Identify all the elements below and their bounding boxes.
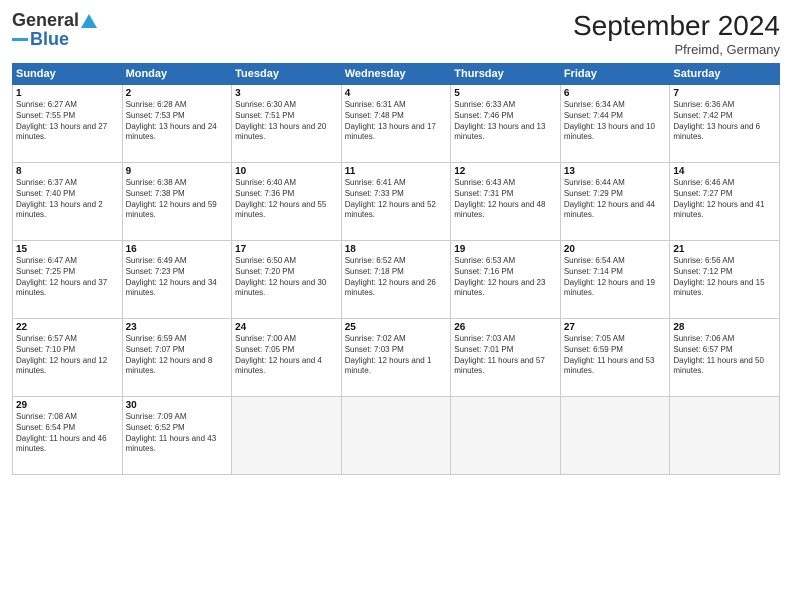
day-12: 12 Sunrise: 6:43 AMSunset: 7:31 PMDaylig… bbox=[451, 163, 561, 241]
day-3: 3 Sunrise: 6:30 AMSunset: 7:51 PMDayligh… bbox=[232, 85, 342, 163]
day-16: 16 Sunrise: 6:49 AMSunset: 7:23 PMDaylig… bbox=[122, 241, 232, 319]
title-block: September 2024 Pfreimd, Germany bbox=[573, 10, 780, 57]
calendar-table: Sunday Monday Tuesday Wednesday Thursday… bbox=[12, 63, 780, 475]
logo-triangle-icon bbox=[80, 12, 98, 30]
col-thursday: Thursday bbox=[451, 64, 561, 85]
page: General Blue September 2024 Pfreimd, Ger… bbox=[0, 0, 792, 612]
day-27: 27 Sunrise: 7:05 AMSunset: 6:59 PMDaylig… bbox=[560, 319, 670, 397]
day-22: 22 Sunrise: 6:57 AMSunset: 7:10 PMDaylig… bbox=[13, 319, 123, 397]
logo: General Blue bbox=[12, 10, 98, 50]
day-2: 2 Sunrise: 6:28 AMSunset: 7:53 PMDayligh… bbox=[122, 85, 232, 163]
day-25: 25 Sunrise: 7:02 AMSunset: 7:03 PMDaylig… bbox=[341, 319, 451, 397]
day-28: 28 Sunrise: 7:06 AMSunset: 6:57 PMDaylig… bbox=[670, 319, 780, 397]
day-15: 15 Sunrise: 6:47 AMSunset: 7:25 PMDaylig… bbox=[13, 241, 123, 319]
day-29: 29 Sunrise: 7:08 AMSunset: 6:54 PMDaylig… bbox=[13, 397, 123, 475]
day-6: 6 Sunrise: 6:34 AMSunset: 7:44 PMDayligh… bbox=[560, 85, 670, 163]
day-8: 8 Sunrise: 6:37 AMSunset: 7:40 PMDayligh… bbox=[13, 163, 123, 241]
day-21: 21 Sunrise: 6:56 AMSunset: 7:12 PMDaylig… bbox=[670, 241, 780, 319]
col-friday: Friday bbox=[560, 64, 670, 85]
day-17: 17 Sunrise: 6:50 AMSunset: 7:20 PMDaylig… bbox=[232, 241, 342, 319]
empty-cell-5 bbox=[670, 397, 780, 475]
day-11: 11 Sunrise: 6:41 AMSunset: 7:33 PMDaylig… bbox=[341, 163, 451, 241]
empty-cell-4 bbox=[560, 397, 670, 475]
col-tuesday: Tuesday bbox=[232, 64, 342, 85]
day-18: 18 Sunrise: 6:52 AMSunset: 7:18 PMDaylig… bbox=[341, 241, 451, 319]
col-saturday: Saturday bbox=[670, 64, 780, 85]
day-20: 20 Sunrise: 6:54 AMSunset: 7:14 PMDaylig… bbox=[560, 241, 670, 319]
day-26: 26 Sunrise: 7:03 AMSunset: 7:01 PMDaylig… bbox=[451, 319, 561, 397]
day-14: 14 Sunrise: 6:46 AMSunset: 7:27 PMDaylig… bbox=[670, 163, 780, 241]
day-7: 7 Sunrise: 6:36 AMSunset: 7:42 PMDayligh… bbox=[670, 85, 780, 163]
day-23: 23 Sunrise: 6:59 AMSunset: 7:07 PMDaylig… bbox=[122, 319, 232, 397]
day-1: 1 Sunrise: 6:27 AMSunset: 7:55 PMDayligh… bbox=[13, 85, 123, 163]
empty-cell-1 bbox=[232, 397, 342, 475]
day-4: 4 Sunrise: 6:31 AMSunset: 7:48 PMDayligh… bbox=[341, 85, 451, 163]
day-19: 19 Sunrise: 6:53 AMSunset: 7:16 PMDaylig… bbox=[451, 241, 561, 319]
logo-general: General bbox=[12, 10, 79, 31]
day-13: 13 Sunrise: 6:44 AMSunset: 7:29 PMDaylig… bbox=[560, 163, 670, 241]
day-9: 9 Sunrise: 6:38 AMSunset: 7:38 PMDayligh… bbox=[122, 163, 232, 241]
empty-cell-3 bbox=[451, 397, 561, 475]
week-row-3: 15 Sunrise: 6:47 AMSunset: 7:25 PMDaylig… bbox=[13, 241, 780, 319]
col-monday: Monday bbox=[122, 64, 232, 85]
week-row-1: 1 Sunrise: 6:27 AMSunset: 7:55 PMDayligh… bbox=[13, 85, 780, 163]
location: Pfreimd, Germany bbox=[573, 42, 780, 57]
day-10: 10 Sunrise: 6:40 AMSunset: 7:36 PMDaylig… bbox=[232, 163, 342, 241]
col-wednesday: Wednesday bbox=[341, 64, 451, 85]
day-24: 24 Sunrise: 7:00 AMSunset: 7:05 PMDaylig… bbox=[232, 319, 342, 397]
logo-blue: Blue bbox=[30, 29, 69, 50]
month-title: September 2024 bbox=[573, 10, 780, 42]
week-row-2: 8 Sunrise: 6:37 AMSunset: 7:40 PMDayligh… bbox=[13, 163, 780, 241]
col-sunday: Sunday bbox=[13, 64, 123, 85]
header: General Blue September 2024 Pfreimd, Ger… bbox=[12, 10, 780, 57]
week-row-4: 22 Sunrise: 6:57 AMSunset: 7:10 PMDaylig… bbox=[13, 319, 780, 397]
empty-cell-2 bbox=[341, 397, 451, 475]
day-30: 30 Sunrise: 7:09 AMSunset: 6:52 PMDaylig… bbox=[122, 397, 232, 475]
day-5: 5 Sunrise: 6:33 AMSunset: 7:46 PMDayligh… bbox=[451, 85, 561, 163]
week-row-5: 29 Sunrise: 7:08 AMSunset: 6:54 PMDaylig… bbox=[13, 397, 780, 475]
logo-block: General Blue bbox=[12, 10, 98, 50]
